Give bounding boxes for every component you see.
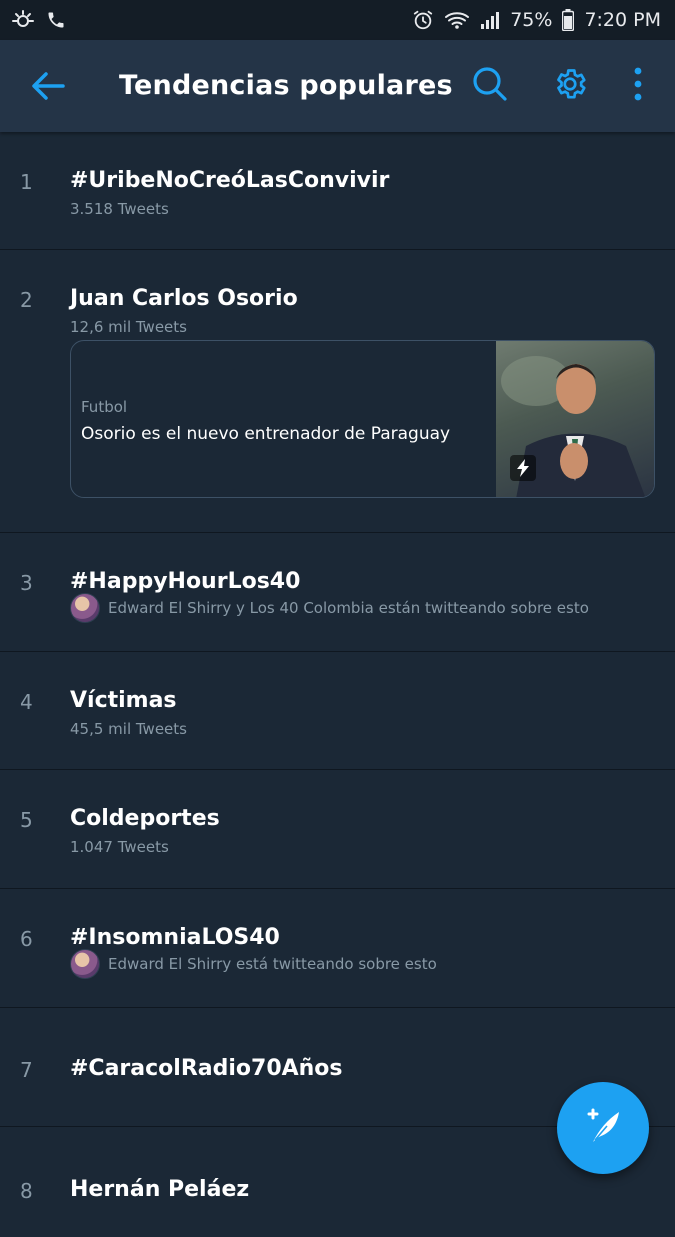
clock: 7:20 PM bbox=[584, 9, 661, 31]
trend-tweet-count: 3.518 Tweets bbox=[70, 200, 169, 218]
card-category: Futbol bbox=[81, 398, 128, 416]
trend-rank: 2 bbox=[20, 288, 33, 312]
trend-item[interactable]: 5 Coldeportes 1.047 Tweets bbox=[0, 770, 675, 889]
status-bar: 75% 7:20 PM bbox=[0, 0, 675, 40]
social-context-text: Edward El Shirry está twitteando sobre e… bbox=[108, 955, 437, 973]
trend-tweet-count: 45,5 mil Tweets bbox=[70, 720, 187, 738]
trend-rank: 8 bbox=[20, 1179, 33, 1203]
trend-item[interactable]: 1 #UribeNoCreóLasConvivir 3.518 Tweets bbox=[0, 132, 675, 250]
compose-tweet-icon bbox=[581, 1104, 625, 1152]
trend-rank: 5 bbox=[20, 808, 33, 832]
social-context-text: Edward El Shirry y Los 40 Colombia están… bbox=[108, 599, 589, 617]
page-title: Tendencias populares bbox=[119, 70, 453, 101]
search-button[interactable] bbox=[468, 64, 512, 108]
trend-item[interactable]: 6 #InsomniaLOS40 Edward El Shirry está t… bbox=[0, 889, 675, 1008]
news-card[interactable]: Futbol Osorio es el nuevo entrenador de … bbox=[70, 340, 655, 498]
notification-icon bbox=[10, 10, 36, 30]
battery-percent: 75% bbox=[510, 9, 553, 31]
trend-name: Víctimas bbox=[70, 688, 177, 713]
phone-icon bbox=[46, 10, 66, 30]
app-bar: Tendencias populares bbox=[0, 40, 675, 132]
trend-name: #UribeNoCreóLasConvivir bbox=[70, 168, 390, 193]
trend-item[interactable]: 3 #HappyHourLos40 Edward El Shirry y Los… bbox=[0, 533, 675, 652]
trends-list: 1 #UribeNoCreóLasConvivir 3.518 Tweets 2… bbox=[0, 132, 675, 1237]
compose-tweet-button[interactable] bbox=[557, 1082, 649, 1174]
trend-name: #CaracolRadio70Años bbox=[70, 1056, 343, 1081]
trend-rank: 3 bbox=[20, 571, 33, 595]
card-headline: Osorio es el nuevo entrenador de Paragua… bbox=[81, 424, 451, 444]
alarm-icon bbox=[412, 9, 434, 31]
avatar bbox=[70, 593, 100, 623]
trend-item[interactable]: 2 Juan Carlos Osorio 12,6 mil Tweets Fut… bbox=[0, 250, 675, 533]
more-vert-icon bbox=[632, 66, 644, 106]
trend-name: Hernán Peláez bbox=[70, 1177, 250, 1202]
trend-rank: 7 bbox=[20, 1058, 33, 1082]
gear-icon bbox=[552, 66, 588, 106]
card-thumbnail bbox=[496, 341, 654, 497]
social-context: Edward El Shirry está twitteando sobre e… bbox=[70, 949, 437, 979]
lightning-icon bbox=[510, 455, 536, 481]
trend-tweet-count: 1.047 Tweets bbox=[70, 838, 169, 856]
social-context: Edward El Shirry y Los 40 Colombia están… bbox=[70, 593, 589, 623]
more-options-button[interactable] bbox=[616, 64, 660, 108]
battery-icon bbox=[562, 9, 575, 31]
trend-name: Coldeportes bbox=[70, 806, 220, 831]
trend-tweet-count: 12,6 mil Tweets bbox=[70, 318, 187, 336]
trend-name: #HappyHourLos40 bbox=[70, 569, 301, 594]
search-icon bbox=[471, 65, 509, 107]
trend-rank: 4 bbox=[20, 690, 33, 714]
trend-rank: 1 bbox=[20, 170, 33, 194]
settings-button[interactable] bbox=[548, 64, 592, 108]
trend-rank: 6 bbox=[20, 927, 33, 951]
avatar bbox=[70, 949, 100, 979]
wifi-icon bbox=[444, 10, 470, 30]
trend-name: #InsomniaLOS40 bbox=[70, 925, 280, 950]
signal-icon bbox=[480, 11, 500, 29]
trend-item[interactable]: 4 Víctimas 45,5 mil Tweets bbox=[0, 652, 675, 770]
trend-name: Juan Carlos Osorio bbox=[70, 286, 298, 311]
back-button[interactable] bbox=[28, 68, 68, 108]
arrow-left-icon bbox=[30, 70, 66, 106]
